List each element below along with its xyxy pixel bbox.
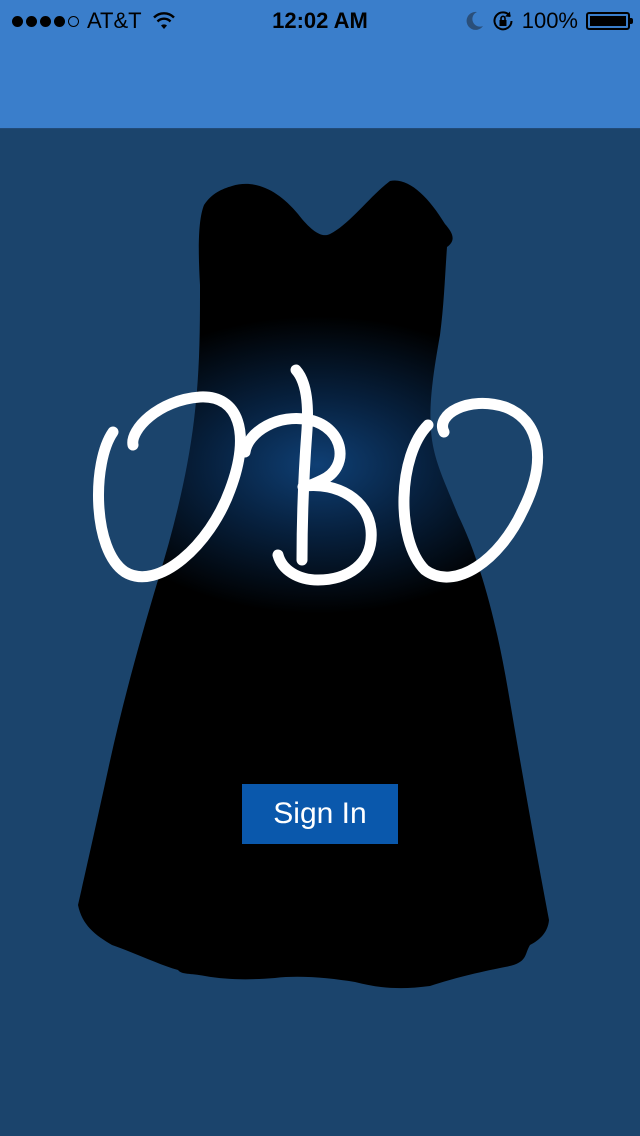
status-right: 100% — [466, 8, 633, 34]
nav-bar — [0, 40, 640, 129]
hero-illustration — [78, 180, 549, 989]
battery-icon — [586, 12, 633, 30]
rotation-lock-icon — [493, 11, 513, 31]
status-bar: AT&T 12:02 AM 100% — [0, 0, 640, 40]
moon-icon — [466, 11, 483, 30]
battery-percent: 100% — [521, 8, 578, 33]
sign-in-button[interactable]: Sign In — [242, 784, 398, 844]
